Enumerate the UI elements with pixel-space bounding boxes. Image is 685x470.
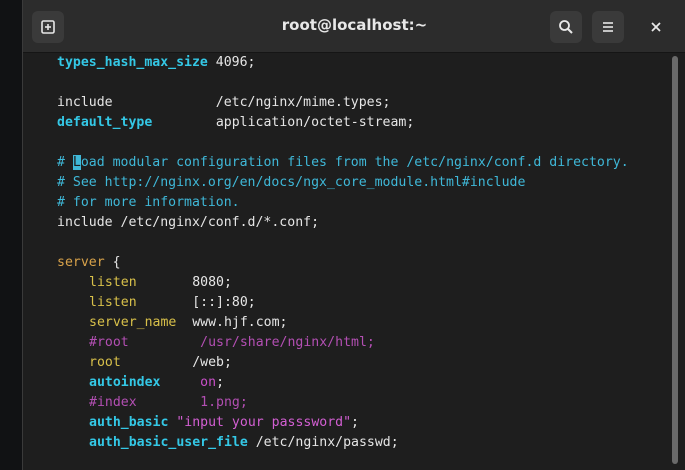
- comment-line: # for more information.: [57, 195, 240, 210]
- comment-line: #root /usr/share/nginx/html;: [89, 335, 375, 350]
- code-line: include /etc/nginx/mime.types;: [57, 95, 391, 110]
- code-line: auth_basic_user_file /etc/nginx/passwd;: [89, 435, 399, 450]
- title-bar: root@localhost:~: [23, 0, 685, 53]
- code-line: types_hash_max_size 4096;: [57, 55, 256, 70]
- code-line: auth_basic "input your passsword";: [89, 415, 359, 430]
- code-line: root /web;: [89, 355, 232, 370]
- window-title: root@localhost:~: [281, 16, 428, 34]
- search-icon: [559, 20, 573, 34]
- code-line: autoindex on;: [89, 375, 225, 390]
- search-button[interactable]: [550, 11, 582, 43]
- menu-button[interactable]: [592, 11, 624, 43]
- code-line: listen 8080;: [89, 275, 232, 290]
- code-line: listen [::]:80;: [89, 295, 256, 310]
- close-button[interactable]: [640, 11, 672, 43]
- terminal-content[interactable]: types_hash_max_size 4096; include /etc/n…: [23, 53, 685, 470]
- terminal-window: root@localhost:~ types_hash_max_size 409…: [22, 0, 685, 470]
- comment-line: #index 1.png;: [89, 395, 248, 410]
- text-cursor: L: [72, 155, 81, 170]
- code-line: include /etc/nginx/conf.d/*.conf;: [57, 215, 320, 230]
- hamburger-menu-icon: [603, 22, 613, 32]
- code-line: default_type application/octet-stream;: [57, 115, 415, 130]
- code-line: server_name www.hjf.com;: [89, 315, 288, 330]
- code-line: server {: [57, 255, 121, 270]
- comment-line: # See http://nginx.org/en/docs/ngx_core_…: [57, 175, 526, 190]
- comment-line: # Load modular configuration files from …: [57, 155, 629, 170]
- close-icon: [651, 22, 661, 32]
- scrollbar[interactable]: [672, 56, 678, 464]
